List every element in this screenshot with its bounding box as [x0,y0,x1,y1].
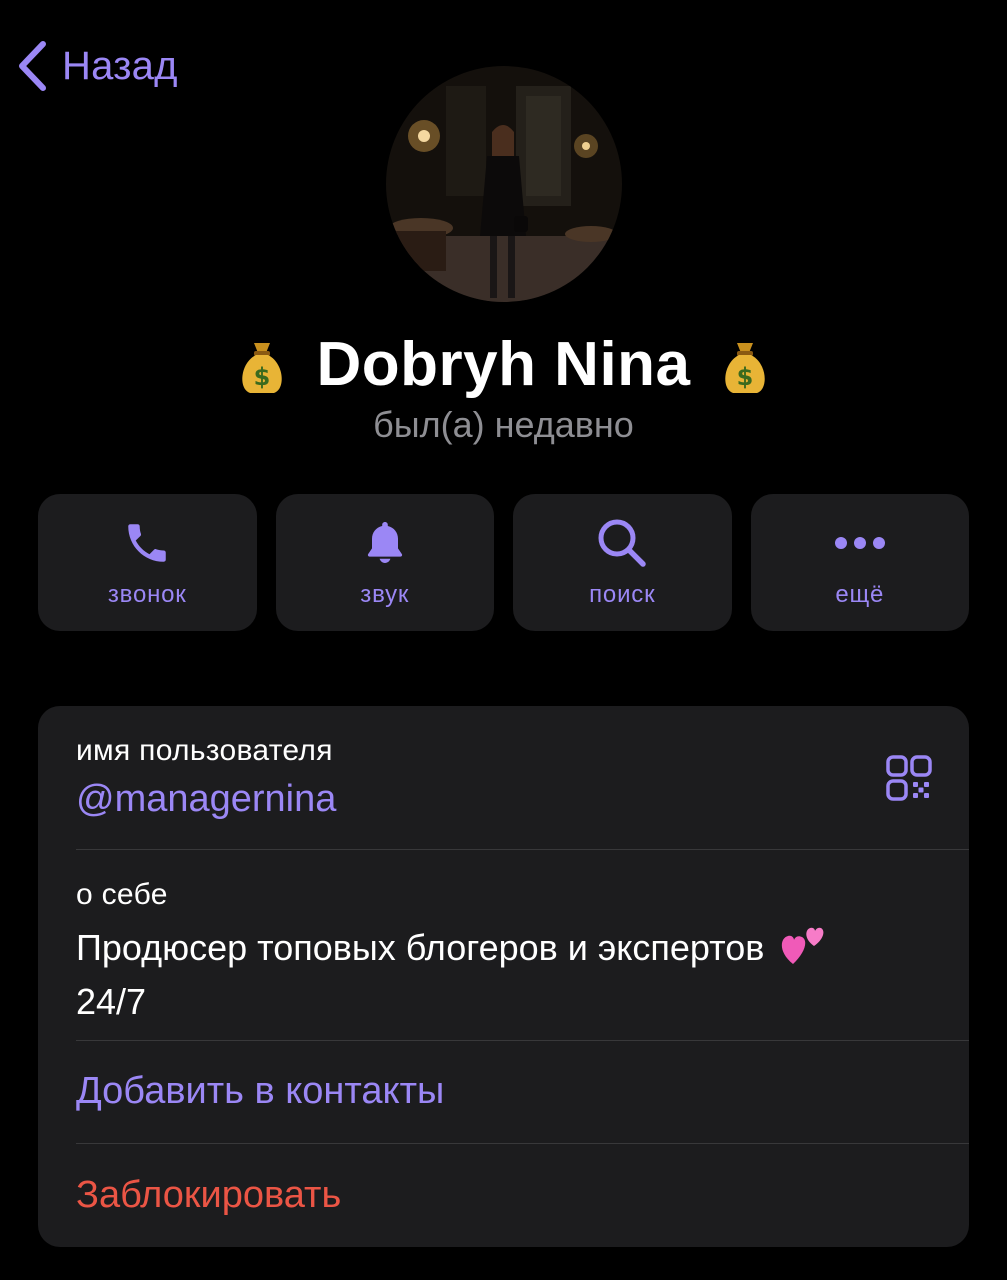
divider [76,849,969,850]
more-icon [834,536,885,549]
info-card: имя пользователя @managernina о себе Про… [38,706,969,1247]
bell-icon [367,521,402,563]
two-hearts-icon [780,924,826,978]
chevron-left-icon [19,41,46,91]
phone-icon [128,523,166,562]
more-button[interactable]: ещё [750,494,969,631]
svg-text:$: $ [254,363,271,391]
call-button[interactable]: звонок [38,494,257,631]
money-bag-icon: $ [719,333,771,395]
bio-label: о себе [76,878,168,911]
profile-name: Dobryh Nina [316,329,691,399]
profile-name-row: $ Dobryh Nina $ [0,324,1007,404]
last-seen-status: был(а) недавно [373,404,634,445]
divider [76,1040,969,1041]
action-buttons: звонок звук поиск ещё [38,494,969,631]
qr-code-icon [886,755,932,801]
money-bag-icon: $ [236,333,288,395]
divider [76,1143,969,1144]
search-button[interactable]: поиск [513,494,732,631]
username-label: имя пользователя [76,734,333,767]
back-button[interactable]: Назад [16,38,178,94]
sound-button[interactable]: звук [275,494,494,631]
more-label: ещё [835,580,885,608]
username-value[interactable]: @managernina [76,778,969,821]
bio-line2: 24/7 [76,981,147,1022]
search-label: поиск [589,580,656,608]
bio-line1: Продюсер топовых блогеров и экспертов [76,927,765,968]
add-to-contacts-button[interactable]: Добавить в контакты [76,1070,969,1113]
sound-label: звук [360,580,410,608]
username-row[interactable]: имя пользователя @managernina [76,734,969,821]
call-label: звонок [107,580,187,608]
block-user-button[interactable]: Заблокировать [76,1174,969,1217]
avatar[interactable] [386,66,622,302]
search-icon [598,519,646,567]
qr-code-button[interactable] [885,754,933,807]
bio-value: Продюсер топовых блогеров и экспертов 24… [76,924,936,1026]
svg-text:$: $ [736,363,753,391]
bio-row: о себе Продюсер топовых блогеров и экспе… [76,878,969,1026]
back-label: Назад [62,43,178,88]
